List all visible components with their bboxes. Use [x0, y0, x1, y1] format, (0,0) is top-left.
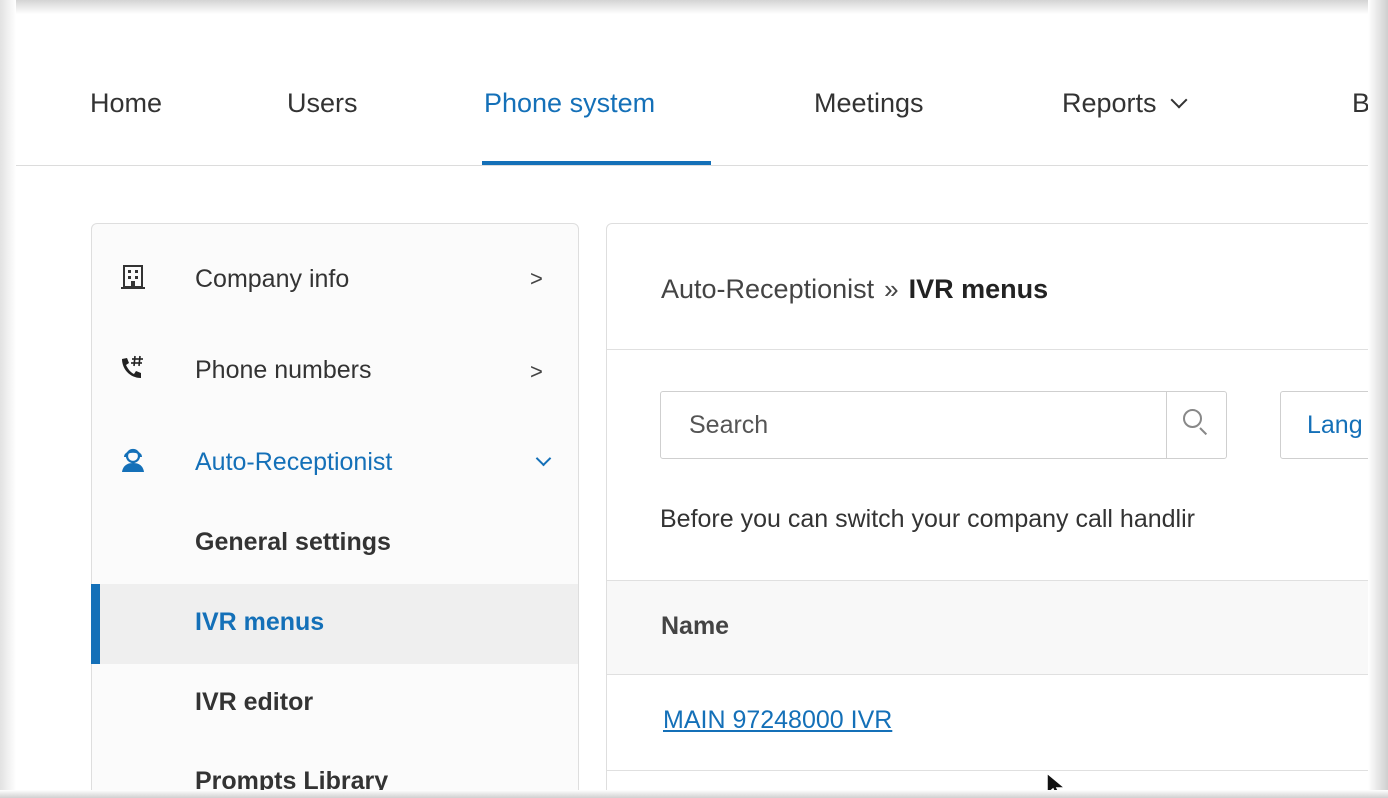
sidebar-item-company-info[interactable]: Company info >	[92, 239, 578, 319]
breadcrumb-parent[interactable]: Auto-Receptionist	[661, 274, 874, 304]
phone-hash-icon	[118, 353, 148, 383]
nav-billing-truncated[interactable]: B	[1352, 88, 1368, 119]
sidebar-subitem-ivr-menus[interactable]: IVR menus	[91, 584, 578, 664]
mouse-cursor-icon	[1046, 771, 1072, 790]
nav-users[interactable]: Users	[287, 88, 358, 119]
nav-reports[interactable]: Reports	[1062, 88, 1188, 119]
building-icon	[118, 262, 148, 292]
receptionist-icon	[118, 445, 148, 475]
chevron-down-icon	[535, 450, 552, 467]
top-navigation: Home Users Phone system Meetings Reports…	[16, 14, 1368, 166]
ivr-menu-link[interactable]: MAIN 97248000 IVR	[663, 706, 892, 735]
search-button[interactable]	[1166, 392, 1227, 458]
info-message: Before you can switch your company call …	[660, 505, 1195, 533]
frame-shadow	[0, 790, 1388, 798]
search-field	[660, 391, 1227, 459]
ivr-menus-panel: Auto-Receptionist » IVR menus Lang Before …	[606, 223, 1368, 790]
chevron-right-icon: >	[530, 359, 543, 384]
sidebar-subitem-ivr-editor[interactable]: IVR editor	[92, 664, 578, 744]
frame-shadow	[0, 0, 16, 798]
chevron-down-icon	[1170, 91, 1188, 109]
app-window: Home Users Phone system Meetings Reports…	[16, 14, 1368, 790]
sidebar-subitem-general-settings[interactable]: General settings	[92, 504, 578, 584]
table-row: MAIN 97248000 IVR	[607, 674, 1368, 771]
nav-home[interactable]: Home	[90, 88, 162, 119]
frame-shadow	[0, 0, 1388, 14]
breadcrumb-current: IVR menus	[908, 274, 1049, 304]
breadcrumb: Auto-Receptionist » IVR menus	[661, 274, 1048, 305]
language-button[interactable]: Lang	[1280, 391, 1368, 459]
column-header-name[interactable]: Name	[661, 612, 729, 641]
search-icon	[1183, 409, 1202, 428]
nav-phone-system[interactable]: Phone system	[484, 88, 655, 119]
sidebar-item-label: Phone numbers	[195, 356, 372, 384]
sidebar-subitem-prompts-library[interactable]: Prompts Library	[92, 743, 578, 790]
sidebar-item-label: Company info	[195, 265, 350, 293]
sidebar-item-auto-receptionist[interactable]: Auto-Receptionist	[92, 422, 578, 502]
nav-reports-label: Reports	[1062, 88, 1157, 118]
frame-shadow	[1368, 0, 1388, 798]
active-indicator	[91, 584, 100, 664]
divider	[607, 349, 1368, 350]
search-input[interactable]	[661, 392, 1166, 458]
sidebar-subitem-label: Prompts Library	[195, 767, 389, 790]
language-button-label: Lang	[1307, 411, 1363, 439]
sidebar-subitem-label: IVR editor	[195, 688, 314, 716]
settings-sidebar: Company info > Phone numbers > Auto-Rece…	[91, 223, 579, 790]
nav-active-underline	[482, 161, 711, 165]
sidebar-subitem-label: General settings	[195, 528, 391, 556]
breadcrumb-separator: »	[884, 274, 899, 304]
chevron-right-icon: >	[530, 266, 543, 291]
sidebar-item-phone-numbers[interactable]: Phone numbers >	[92, 330, 578, 410]
nav-meetings[interactable]: Meetings	[814, 88, 924, 119]
sidebar-subitem-label: IVR menus	[195, 608, 325, 636]
sidebar-item-label: Auto-Receptionist	[195, 448, 393, 476]
search-icon-handle	[1199, 427, 1208, 436]
table-header: Name ˅	[607, 580, 1368, 675]
